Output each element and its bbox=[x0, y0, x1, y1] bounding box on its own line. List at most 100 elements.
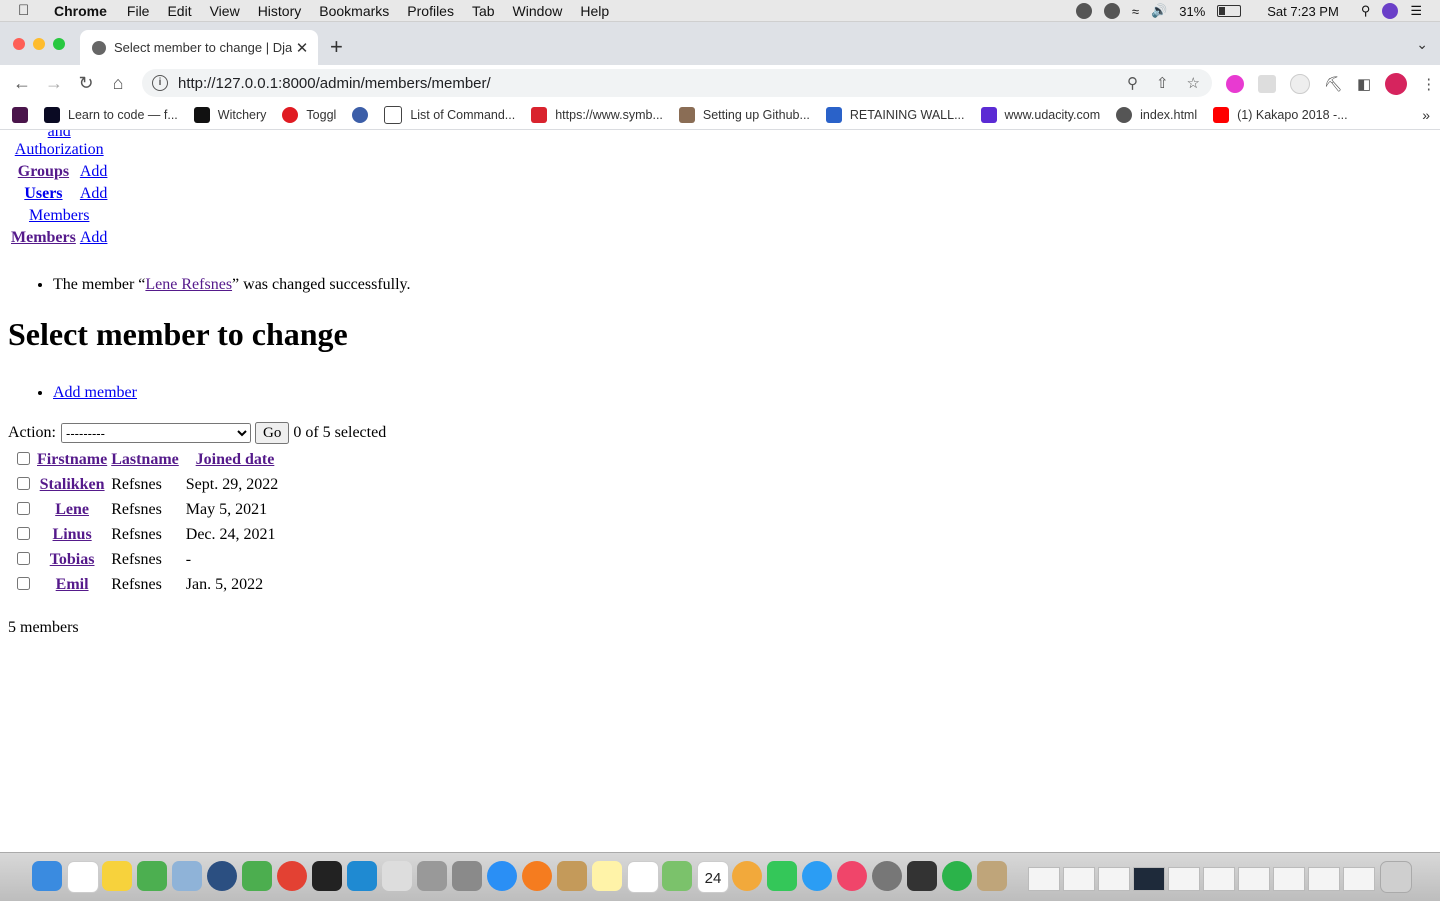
sublime-icon[interactable] bbox=[522, 861, 552, 891]
bookmark-github-setup[interactable]: Setting up Github... bbox=[678, 107, 810, 123]
chrome-icon[interactable] bbox=[277, 861, 307, 891]
music-icon[interactable] bbox=[837, 861, 867, 891]
close-tab-icon[interactable]: ✕ bbox=[292, 39, 312, 57]
bookmark-retaining-wall[interactable]: RETAINING WALL... bbox=[825, 107, 965, 123]
row-checkbox[interactable] bbox=[17, 502, 30, 515]
reload-icon[interactable]: ↻ bbox=[70, 73, 102, 94]
keychain-icon[interactable] bbox=[977, 861, 1007, 891]
battery-icon[interactable] bbox=[1217, 5, 1242, 17]
sequel-pro-icon[interactable] bbox=[382, 861, 412, 891]
row-checkbox[interactable] bbox=[17, 477, 30, 490]
maps-icon[interactable] bbox=[662, 861, 692, 891]
member-firstname-link[interactable]: Linus bbox=[53, 526, 92, 543]
creative-cloud-icon[interactable] bbox=[1075, 3, 1092, 19]
row-checkbox[interactable] bbox=[17, 527, 30, 540]
back-arrow-icon[interactable]: ← bbox=[6, 73, 38, 94]
menu-file[interactable]: File bbox=[127, 3, 150, 19]
facetime-icon[interactable] bbox=[767, 861, 797, 891]
slack-icon[interactable] bbox=[67, 861, 99, 893]
minimized-window-thumbnail[interactable] bbox=[1168, 867, 1200, 891]
calculator-icon[interactable] bbox=[452, 861, 482, 891]
sort-joined-date-link[interactable]: Joined date bbox=[196, 451, 275, 468]
menu-edit[interactable]: Edit bbox=[167, 3, 191, 19]
row-checkbox[interactable] bbox=[17, 577, 30, 590]
minimized-window-thumbnail[interactable] bbox=[1343, 867, 1375, 891]
photos-icon[interactable] bbox=[732, 861, 762, 891]
menu-bookmarks[interactable]: Bookmarks bbox=[319, 3, 389, 19]
bookmark-kubernetes[interactable] bbox=[352, 107, 369, 123]
member-firstname-link[interactable]: Tobias bbox=[50, 551, 95, 568]
siri-icon[interactable] bbox=[1382, 3, 1399, 19]
calendar-icon[interactable]: 24 bbox=[697, 861, 729, 893]
profile-avatar[interactable] bbox=[1385, 73, 1408, 95]
terminal-icon[interactable] bbox=[312, 861, 342, 891]
member-firstname-link[interactable]: Stalikken bbox=[40, 476, 105, 493]
notes-pad-icon[interactable] bbox=[102, 861, 132, 891]
minimized-window-thumbnail[interactable] bbox=[1203, 867, 1235, 891]
minimized-window-thumbnail[interactable] bbox=[1273, 867, 1305, 891]
row-checkbox[interactable] bbox=[17, 552, 30, 565]
bookmark-slack[interactable] bbox=[12, 107, 28, 123]
clock[interactable]: Sat 7:23 PM bbox=[1267, 4, 1339, 19]
bookmark-list-of-commands[interactable]: List of Command... bbox=[384, 106, 515, 124]
bookmark-witchery[interactable]: Witchery bbox=[193, 107, 266, 123]
trash-icon[interactable] bbox=[1380, 861, 1412, 893]
sync-icon[interactable] bbox=[1103, 3, 1120, 19]
upload-icon[interactable] bbox=[942, 861, 972, 891]
bookmark-toggl[interactable]: Toggl bbox=[282, 107, 336, 123]
minimized-window-thumbnail[interactable] bbox=[1098, 867, 1130, 891]
extension-grid-icon[interactable] bbox=[1258, 75, 1276, 93]
minimize-window-button[interactable] bbox=[33, 38, 45, 50]
bookmark-symbolab[interactable]: https://www.symb... bbox=[531, 107, 663, 123]
users-link[interactable]: Users bbox=[24, 185, 62, 202]
auth-app-link[interactable]: and Authorization bbox=[15, 130, 104, 158]
members-app-link[interactable]: Members bbox=[29, 207, 89, 224]
extension-toggl-icon[interactable] bbox=[1226, 75, 1244, 93]
site-info-icon[interactable]: i bbox=[152, 75, 168, 91]
more-bookmarks-chevron-icon[interactable]: » bbox=[1422, 107, 1430, 123]
battery-percent[interactable]: 31% bbox=[1179, 4, 1205, 19]
minimized-window-thumbnail[interactable] bbox=[1133, 867, 1165, 891]
side-panel-icon[interactable]: ◧ bbox=[1357, 75, 1371, 93]
users-add-link[interactable]: Add bbox=[80, 185, 108, 202]
vscode-icon[interactable] bbox=[347, 861, 377, 891]
select-all-checkbox[interactable] bbox=[17, 452, 30, 465]
bookmark-star-icon[interactable]: ☆ bbox=[1187, 74, 1200, 92]
extensions-puzzle-icon[interactable]: ⛏ bbox=[1324, 75, 1343, 93]
bookmark-index-html[interactable]: index.html bbox=[1116, 107, 1197, 123]
share-icon[interactable]: ⇧ bbox=[1156, 74, 1169, 92]
preview-icon[interactable] bbox=[172, 861, 202, 891]
finder-icon[interactable] bbox=[32, 861, 62, 891]
bookmark-freecodecamp[interactable]: Learn to code — f... bbox=[44, 107, 178, 123]
layers-icon[interactable] bbox=[137, 861, 167, 891]
address-bar[interactable]: i http://127.0.0.1:8000/admin/members/me… bbox=[142, 69, 1212, 97]
members-link[interactable]: Members bbox=[11, 229, 76, 246]
minimized-window-thumbnail[interactable] bbox=[1238, 867, 1270, 891]
extension-circle-icon[interactable] bbox=[1290, 74, 1310, 94]
volume-icon[interactable]: 🔊 bbox=[1151, 3, 1167, 19]
apple-menu-icon[interactable]:  bbox=[18, 2, 38, 19]
menu-help[interactable]: Help bbox=[580, 3, 609, 19]
bookmark-kakapo-youtube[interactable]: (1) Kakapo 2018 -... bbox=[1213, 107, 1348, 123]
members-add-link[interactable]: Add bbox=[80, 229, 108, 246]
contacts-icon[interactable] bbox=[557, 861, 587, 891]
chrome-menu-icon[interactable]: ⋮ bbox=[1421, 75, 1436, 93]
member-firstname-link[interactable]: Emil bbox=[56, 576, 89, 593]
close-window-button[interactable] bbox=[13, 38, 25, 50]
imovie-star-icon[interactable] bbox=[907, 861, 937, 891]
member-firstname-link[interactable]: Lene bbox=[55, 501, 89, 518]
active-tab[interactable]: Select member to change | Dja ✕ bbox=[80, 30, 318, 65]
changed-member-link[interactable]: Lene Refsnes bbox=[145, 276, 232, 293]
zoom-icon[interactable]: ⚲ bbox=[1127, 74, 1138, 92]
menu-profiles[interactable]: Profiles bbox=[407, 3, 454, 19]
safari-icon[interactable] bbox=[487, 861, 517, 891]
menu-app-name[interactable]: Chrome bbox=[54, 3, 107, 19]
menu-view[interactable]: View bbox=[210, 3, 240, 19]
home-icon[interactable]: ⌂ bbox=[102, 73, 134, 94]
go-button[interactable]: Go bbox=[255, 422, 290, 444]
forward-arrow-icon[interactable]: → bbox=[38, 73, 70, 94]
groups-link[interactable]: Groups bbox=[18, 163, 69, 180]
numbers-icon[interactable] bbox=[242, 861, 272, 891]
menu-history[interactable]: History bbox=[258, 3, 302, 19]
minimized-window-thumbnail[interactable] bbox=[1308, 867, 1340, 891]
